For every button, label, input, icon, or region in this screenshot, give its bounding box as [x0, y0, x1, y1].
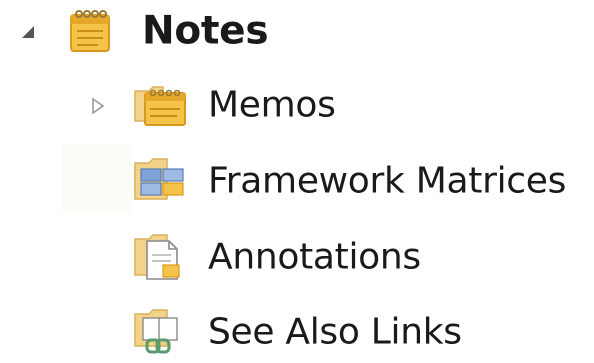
tree-node-label: Memos [208, 84, 336, 126]
annotation-folder-icon [133, 231, 189, 285]
link-folder-icon [133, 306, 189, 360]
tree-node-notes[interactable]: Notes [0, 2, 300, 62]
expanded-arrow-icon[interactable] [18, 22, 38, 42]
collapsed-arrow-icon[interactable] [88, 96, 108, 116]
tree-node-label: See Also Links [208, 311, 462, 353]
tree-node-framework-matrices[interactable]: Framework Matrices [0, 152, 594, 212]
tree-node-see-also-links[interactable]: See Also Links [0, 303, 480, 363]
matrix-folder-icon [133, 155, 189, 209]
notepad-folder-icon [68, 7, 112, 57]
notes-tree-view: Notes Memos Framework Matrices Annotatio… [0, 0, 594, 363]
tree-node-memos[interactable]: Memos [0, 76, 380, 136]
tree-node-label: Framework Matrices [208, 160, 567, 202]
tree-node-label: Notes [142, 8, 269, 54]
memo-folder-icon [133, 81, 189, 131]
tree-node-annotations[interactable]: Annotations [0, 228, 460, 288]
tree-node-label: Annotations [208, 236, 421, 278]
